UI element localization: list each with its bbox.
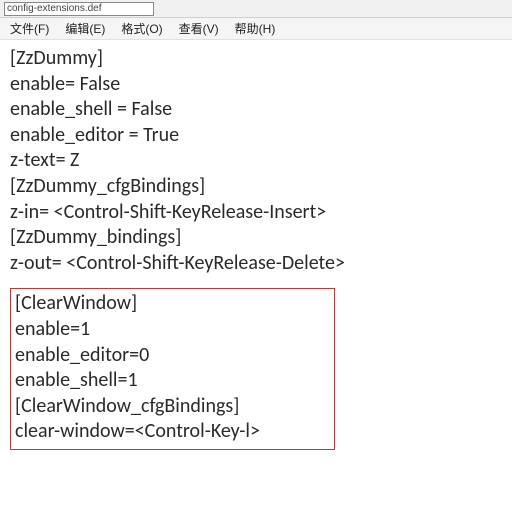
config-line: enable=1 bbox=[15, 317, 328, 343]
config-line: [ClearWindow] bbox=[15, 291, 328, 317]
config-line: [ZzDummy_bindings] bbox=[10, 225, 502, 251]
menu-bar: 文件(F) 编辑(E) 格式(O) 查看(V) 帮助(H) bbox=[0, 18, 512, 40]
window-titlebar: config-extensions.def bbox=[0, 0, 512, 18]
filename-text: config-extensions.def bbox=[7, 3, 102, 14]
config-line: enable_editor = True bbox=[10, 123, 502, 149]
highlighted-block: [ClearWindow] enable=1 enable_editor=0 e… bbox=[10, 288, 335, 450]
config-line: clear-window=<Control-Key-l> bbox=[15, 419, 328, 445]
config-line: enable_editor=0 bbox=[15, 343, 328, 369]
config-line: z-text= Z bbox=[10, 148, 502, 174]
menu-edit[interactable]: 编辑(E) bbox=[57, 18, 113, 39]
filename-box: config-extensions.def bbox=[4, 2, 154, 16]
config-line: enable= False bbox=[10, 72, 502, 98]
config-line: enable_shell=1 bbox=[15, 368, 328, 394]
menu-view[interactable]: 查看(V) bbox=[171, 18, 227, 39]
config-line: [ClearWindow_cfgBindings] bbox=[15, 394, 328, 420]
config-line: enable_shell = False bbox=[10, 97, 502, 123]
menu-file[interactable]: 文件(F) bbox=[2, 18, 57, 39]
config-line: z-out= <Control-Shift-KeyRelease-Delete> bbox=[10, 251, 502, 277]
menu-format[interactable]: 格式(O) bbox=[113, 18, 170, 39]
editor-content[interactable]: [ZzDummy] enable= False enable_shell = F… bbox=[0, 40, 512, 460]
config-line: [ZzDummy_cfgBindings] bbox=[10, 174, 502, 200]
config-line: z-in= <Control-Shift-KeyRelease-Insert> bbox=[10, 200, 502, 226]
config-line: [ZzDummy] bbox=[10, 46, 502, 72]
menu-help[interactable]: 帮助(H) bbox=[227, 18, 284, 39]
